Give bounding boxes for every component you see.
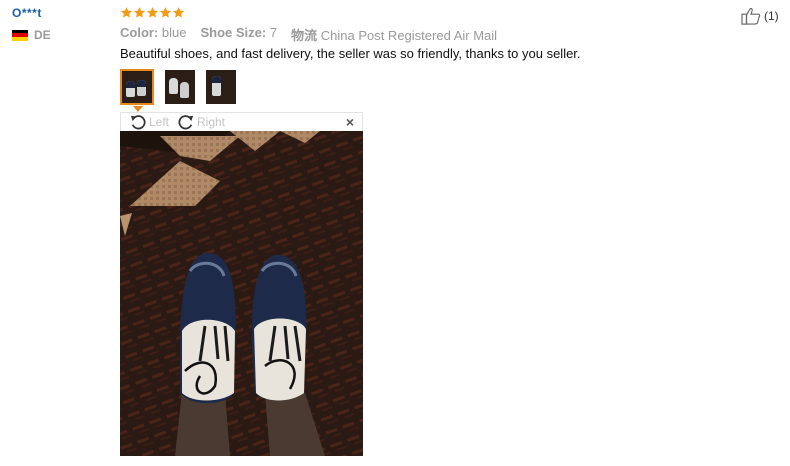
color-attribute: Color: blue xyxy=(120,25,186,44)
photo-viewer-toolbar: Left Right × xyxy=(120,112,363,131)
order-attributes: Color: blue Shoe Size: 7 物流 China Post R… xyxy=(120,25,497,44)
star-icon xyxy=(146,7,159,18)
country-code: DE xyxy=(34,28,51,42)
size-value: 7 xyxy=(269,25,278,40)
shoes-photo-image xyxy=(120,131,363,456)
review-photo-thumbnail[interactable] xyxy=(206,70,236,104)
rotate-left-icon xyxy=(130,115,146,130)
review-photo-thumbnail[interactable] xyxy=(120,69,154,105)
helpful-button[interactable]: (1) xyxy=(741,7,779,25)
close-icon[interactable]: × xyxy=(346,114,354,130)
review-photo-large xyxy=(120,131,363,456)
review-photo-thumbnail[interactable] xyxy=(165,70,195,104)
star-icon xyxy=(120,7,133,18)
thumbs-up-icon xyxy=(741,7,761,25)
star-icon xyxy=(133,7,146,18)
star-icon xyxy=(172,7,185,18)
helpful-count: (1) xyxy=(764,9,779,23)
rotate-left-label: Left xyxy=(149,115,170,129)
photo-thumbnails xyxy=(120,69,236,105)
germany-flag-icon xyxy=(12,29,28,41)
rotate-right-icon xyxy=(178,115,194,130)
review-text: Beautiful shoes, and fast delivery, the … xyxy=(120,46,581,61)
rotate-right-label: Right xyxy=(197,115,226,129)
shipping-value: China Post Registered Air Mail xyxy=(320,28,498,43)
reviewer-country: DE xyxy=(12,28,51,42)
rotate-right-button[interactable]: Right xyxy=(177,114,225,130)
size-attribute: Shoe Size: 7 xyxy=(200,25,277,44)
color-value: blue xyxy=(161,25,187,40)
shipping-label: 物流 xyxy=(291,28,318,43)
size-label: Shoe Size: xyxy=(200,25,267,40)
rotate-left-button[interactable]: Left xyxy=(129,114,169,130)
reviewer-name[interactable]: O***t xyxy=(12,6,42,20)
star-rating xyxy=(120,6,185,19)
star-icon xyxy=(159,7,172,18)
color-label: Color: xyxy=(120,25,159,40)
shipping-attribute: 物流 China Post Registered Air Mail xyxy=(291,25,497,44)
